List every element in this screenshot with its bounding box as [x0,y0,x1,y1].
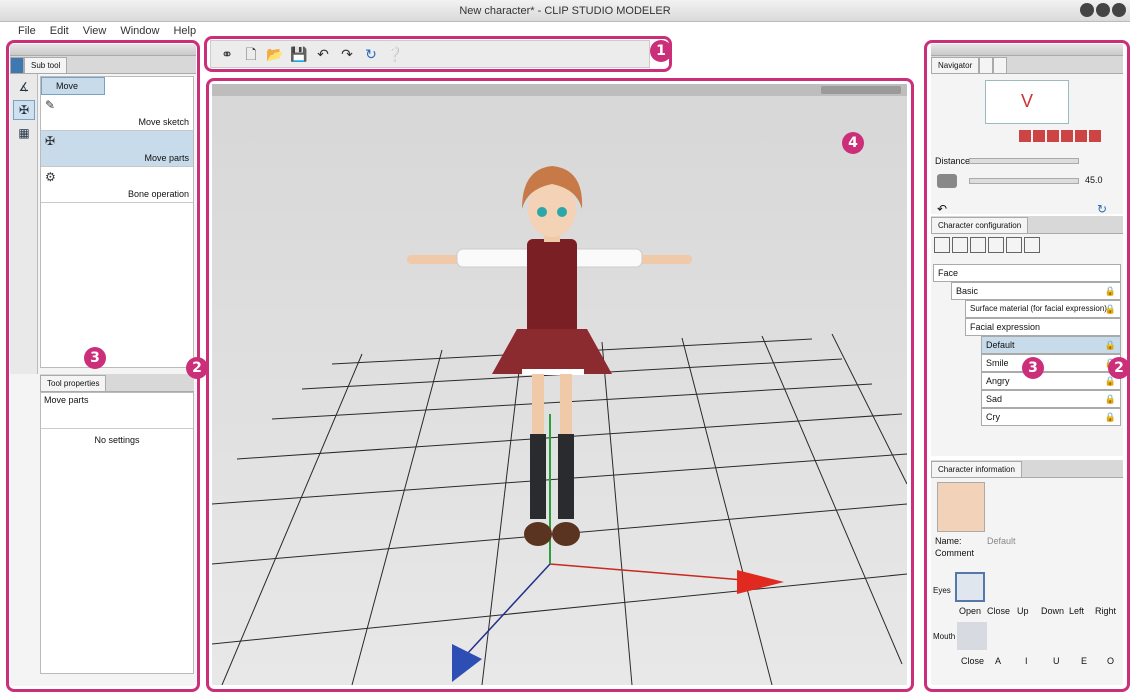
menu-edit[interactable]: Edit [50,22,69,40]
menu-window[interactable]: Window [120,22,159,40]
callout-frame-viewport [206,78,914,692]
close-button[interactable] [1112,3,1126,17]
callout-badge-3-left: 3 [84,347,106,369]
maximize-button[interactable] [1096,3,1110,17]
menu-file[interactable]: File [18,22,36,40]
callout-badge-3-right: 3 [1022,357,1044,379]
window-controls [1080,3,1126,17]
callout-badge-4: 4 [842,132,864,154]
callout-frame-toolbar [204,36,672,72]
callout-badge-2-right: 2 [1108,357,1130,379]
callout-badge-1: 1 [650,40,672,62]
menu-bar: File Edit View Window Help [0,22,200,40]
window-title: New character* - CLIP STUDIO MODELER [459,5,671,17]
title-bar: New character* - CLIP STUDIO MODELER [0,0,1130,22]
menu-help[interactable]: Help [173,22,196,40]
minimize-button[interactable] [1080,3,1094,17]
menu-view[interactable]: View [83,22,107,40]
callout-badge-2-left: 2 [186,357,208,379]
callout-frame-left-panel [6,40,200,692]
